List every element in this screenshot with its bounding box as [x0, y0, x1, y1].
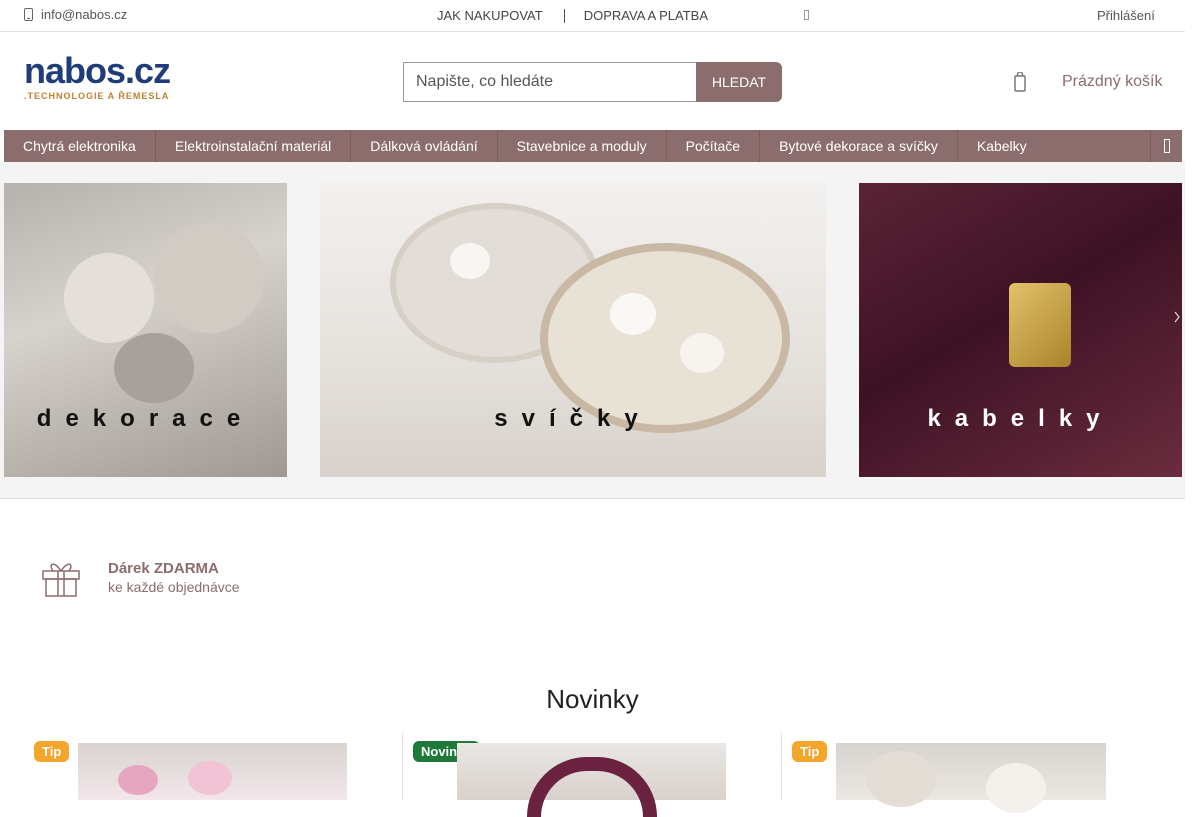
gift-icon: [42, 563, 80, 597]
banner-caption-decorations: dekorace: [36, 405, 255, 432]
banner-caption-candles: svíčky: [494, 405, 652, 432]
nav-item-computers[interactable]: Počítače: [667, 130, 761, 162]
benefit-free-gift: Dárek ZDARMA ke každé objednávce: [40, 556, 240, 598]
nav-item-kits-modules[interactable]: Stavebnice a moduly: [498, 130, 667, 162]
banner-decorations[interactable]: dekorace: [4, 183, 287, 477]
slider-next-icon[interactable]: [1174, 311, 1180, 323]
link-shipping-payment[interactable]: DOPRAVA A PLATBA: [584, 8, 708, 23]
section-title: Novinky: [546, 684, 639, 714]
contact-email[interactable]: info@nabos.cz: [24, 7, 127, 22]
menu-more-icon: [1163, 139, 1170, 153]
top-links: JAK NAKUPOVAT DOPRAVA A PLATBA: [437, 8, 708, 23]
product-card[interactable]: Tip: [781, 733, 1164, 813]
contact-email-text: info@nabos.cz: [41, 7, 128, 22]
product-image[interactable]: [78, 743, 347, 800]
cart-icon: [1014, 72, 1026, 92]
logo-word: nabos.cz: [24, 50, 171, 91]
nav-item-handbags[interactable]: Kabelky: [958, 130, 1046, 162]
search-button[interactable]: HLEDAT: [696, 62, 782, 102]
product-image[interactable]: [457, 743, 726, 817]
search-input[interactable]: [403, 62, 696, 102]
product-card[interactable]: Tip: [24, 733, 402, 800]
category-nav: Chytrá elektronika Elektroinstalační mat…: [4, 130, 1182, 162]
nav-more-button[interactable]: [1150, 130, 1182, 162]
nav-item-remote-controls[interactable]: Dálková ovládání: [351, 130, 498, 162]
top-bar: info@nabos.cz JAK NAKUPOVAT DOPRAVA A PL…: [0, 0, 1185, 32]
cart-label: Prázdný košík: [1062, 73, 1163, 90]
product-card[interactable]: Novinka: [402, 733, 781, 817]
banner-caption-handbags: kabelky: [927, 405, 1114, 432]
header: nabos.cz .TECHNOLOGIE A ŘEMESLA HLEDAT P…: [0, 32, 1185, 130]
product-grid: Tip Novinka Tip: [24, 733, 1164, 817]
link-how-to-buy[interactable]: JAK NAKUPOVAT: [437, 8, 543, 23]
cart[interactable]: Prázdný košík: [1014, 72, 1162, 92]
product-badge: Tip: [34, 741, 70, 762]
top-links-divider: [563, 8, 565, 23]
logo-tagline: .TECHNOLOGIE A ŘEMESLA: [24, 91, 170, 101]
product-badge: Tip: [792, 741, 828, 762]
logo[interactable]: nabos.cz .TECHNOLOGIE A ŘEMESLA: [24, 50, 184, 106]
nav-item-home-decor[interactable]: Bytové dekorace a svíčky: [760, 130, 958, 162]
product-image[interactable]: [836, 743, 1106, 813]
benefit-title: Dárek ZDARMA: [108, 559, 219, 577]
dropdown-icon[interactable]: [804, 10, 809, 20]
login-link[interactable]: Přihlášení: [1097, 8, 1155, 23]
nav-item-electrical-material[interactable]: Elektroinstalační materiál: [156, 130, 352, 162]
banner-candles[interactable]: svíčky: [320, 183, 826, 477]
hero-banners: dekorace svíčky kabelky: [0, 162, 1185, 499]
benefit-subtitle: ke každé objednávce: [108, 578, 240, 595]
banner-handbags[interactable]: kabelky: [859, 183, 1182, 477]
handbag-clasp: [1009, 283, 1071, 367]
nav-item-smart-electronics[interactable]: Chytrá elektronika: [4, 130, 156, 162]
phone-icon: [24, 8, 33, 21]
